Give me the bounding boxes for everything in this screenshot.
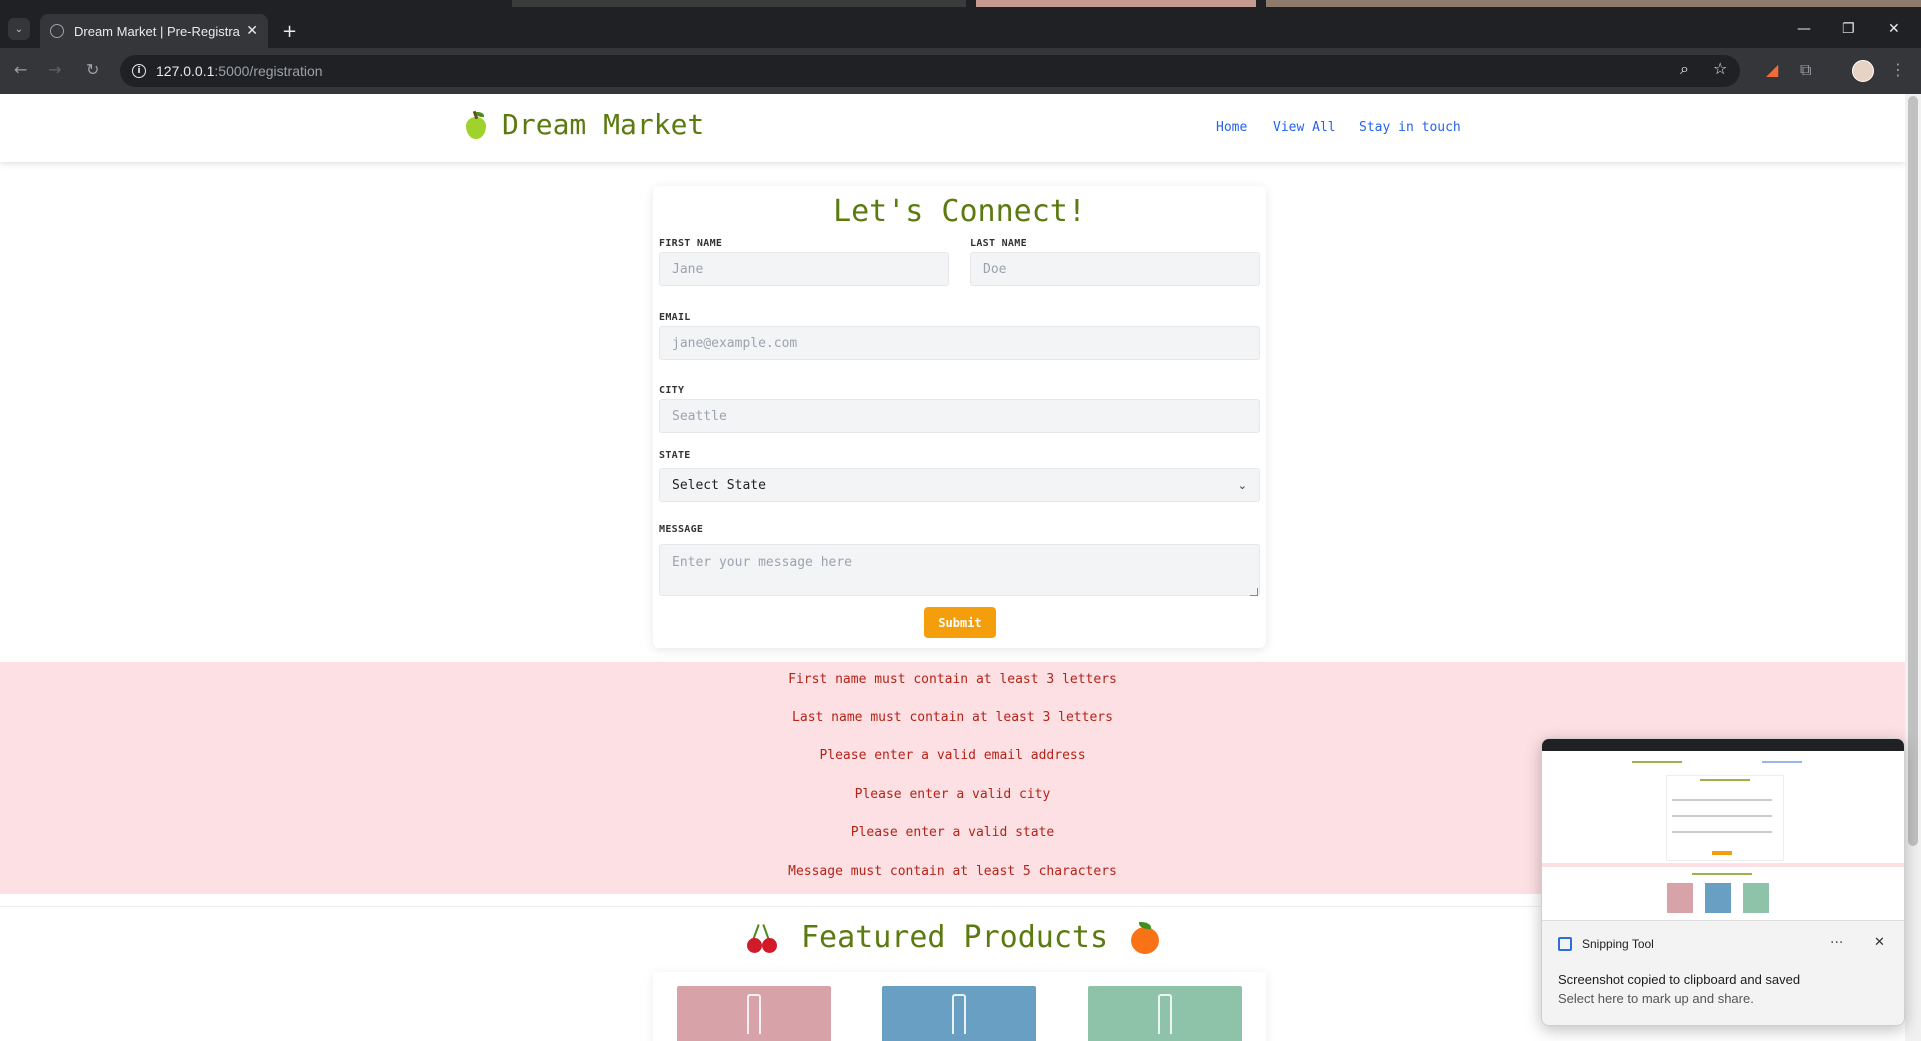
featured-title: Featured Products	[800, 920, 1109, 955]
info-icon[interactable]: i	[132, 64, 146, 78]
product-image[interactable]	[1088, 986, 1242, 1041]
notification-subtext: Select here to mark up and share.	[1558, 991, 1754, 1006]
snipping-tool-app: Snipping Tool	[1558, 937, 1654, 951]
nav-stay-in-touch[interactable]: Stay in touch	[1359, 120, 1461, 135]
cherry-icon	[745, 922, 779, 954]
error-message: First name must contain at least 3 lette…	[788, 672, 1117, 687]
tab-search-dropdown-icon[interactable]: ⌄	[8, 18, 30, 40]
state-label: STATE	[659, 450, 691, 461]
snipping-tool-notification[interactable]: Snipping Tool ··· ✕ Screenshot copied to…	[1541, 738, 1905, 1026]
error-message: Last name must contain at least 3 letter…	[792, 710, 1113, 725]
city-field[interactable]	[659, 399, 1260, 433]
first-name-field[interactable]	[659, 252, 949, 286]
extension-icon[interactable]: ⧉	[1800, 60, 1811, 80]
brand-name: Dream Market	[502, 108, 705, 141]
nav-home[interactable]: Home	[1216, 120, 1247, 135]
chevron-down-icon: ⌄	[1237, 478, 1247, 492]
more-options-icon[interactable]: ···	[1830, 935, 1843, 951]
notification-close-icon[interactable]: ✕	[1874, 935, 1885, 950]
desktop-wallpaper-strip	[0, 0, 1921, 8]
extension-pin-icon[interactable]: ◢	[1766, 60, 1778, 79]
browser-tab-active[interactable]: Dream Market | Pre-Registration ✕	[40, 14, 268, 48]
zoom-icon[interactable]: ⌕	[1680, 59, 1689, 79]
minimize-button[interactable]: —	[1797, 21, 1811, 37]
peach-icon	[1130, 921, 1160, 954]
state-select[interactable]: Select State ⌄	[659, 468, 1260, 502]
tab-title: Dream Market | Pre-Registration	[74, 23, 240, 39]
snipping-tool-icon	[1558, 937, 1572, 951]
snipping-tool-name: Snipping Tool	[1582, 937, 1654, 951]
wallpaper-thumb	[1266, 0, 1921, 7]
message-label: MESSAGE	[659, 524, 704, 535]
state-select-value: Select State	[672, 477, 766, 493]
new-tab-button[interactable]: +	[282, 21, 297, 42]
wallpaper-thumb	[512, 0, 966, 7]
forward-icon[interactable]: →	[48, 60, 61, 79]
screenshot-preview[interactable]	[1542, 739, 1904, 921]
menu-icon[interactable]: ⋮	[1890, 60, 1906, 79]
email-label: EMAIL	[659, 312, 691, 323]
wallpaper-thumb	[976, 0, 1256, 7]
last-name-label: LAST NAME	[970, 238, 1027, 249]
city-label: CITY	[659, 385, 685, 396]
site-header: Dream Market Home View All Stay in touch	[0, 94, 1905, 162]
url-host: 127.0.0.1	[156, 63, 215, 79]
form-title: Let's Connect!	[833, 194, 1086, 229]
avatar[interactable]	[1852, 60, 1874, 82]
url-path: :5000/registration	[214, 63, 323, 79]
featured-products-grid	[653, 972, 1266, 1041]
notification-message: Screenshot copied to clipboard and saved	[1558, 972, 1801, 987]
maximize-button[interactable]: ❐	[1842, 21, 1855, 37]
browser-tab-bar: ⌄ Dream Market | Pre-Registration ✕ + — …	[0, 8, 1921, 48]
email-field[interactable]	[659, 326, 1260, 360]
nav-view-all[interactable]: View All	[1273, 120, 1336, 135]
back-icon[interactable]: ←	[14, 60, 27, 79]
reload-icon[interactable]: ↻	[86, 60, 99, 79]
product-image[interactable]	[882, 986, 1036, 1041]
address-bar[interactable]: i 127.0.0.1 :5000/registration	[120, 55, 1740, 87]
submit-button[interactable]: Submit	[924, 607, 996, 638]
star-icon[interactable]: ☆	[1713, 59, 1727, 78]
resize-grip-icon[interactable]	[1250, 588, 1258, 596]
tab-favicon-icon	[50, 24, 64, 38]
tab-close-icon[interactable]: ✕	[246, 23, 258, 39]
last-name-field[interactable]	[970, 252, 1260, 286]
browser-toolbar: ← → ↻ i 127.0.0.1 :5000/registration ⌕ ☆…	[0, 48, 1921, 94]
page-scrollbar[interactable]	[1905, 94, 1921, 1041]
first-name-label: FIRST NAME	[659, 238, 723, 249]
window-close-button[interactable]: ✕	[1888, 21, 1900, 37]
registration-form-card: Let's Connect! FIRST NAME LAST NAME EMAI…	[653, 186, 1266, 648]
brand[interactable]: Dream Market	[464, 108, 704, 141]
product-image[interactable]	[677, 986, 831, 1041]
scrollbar-thumb[interactable]	[1908, 96, 1918, 846]
pear-icon	[464, 110, 486, 139]
message-field[interactable]	[659, 544, 1260, 596]
